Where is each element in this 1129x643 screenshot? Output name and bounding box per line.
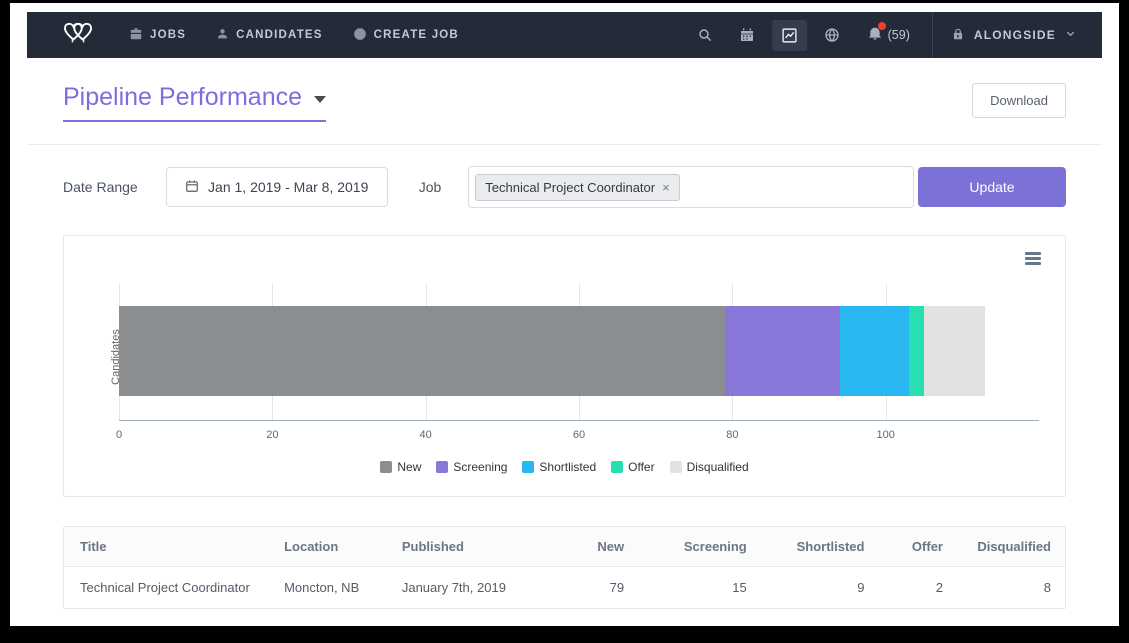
date-range-input[interactable]: Jan 1, 2019 - Mar 8, 2019 xyxy=(166,167,388,207)
table-cell: January 7th, 2019 xyxy=(388,567,545,609)
person-icon xyxy=(216,27,229,43)
x-tick-label: 100 xyxy=(876,429,894,441)
results-table: TitleLocationPublishedNewScreeningShortl… xyxy=(64,527,1065,608)
bar-segment-offer xyxy=(909,306,924,396)
job-label: Job xyxy=(419,179,442,195)
column-header-title: Title xyxy=(64,527,270,567)
plot-area xyxy=(119,284,1039,421)
briefcase-icon xyxy=(129,27,143,44)
legend-swatch xyxy=(522,461,534,473)
table-cell: Technical Project Coordinator xyxy=(64,567,270,609)
column-header-published: Published xyxy=(388,527,545,567)
legend-label: Offer xyxy=(628,460,654,474)
nav-item-candidates[interactable]: CANDIDATES xyxy=(216,27,323,43)
job-input[interactable]: Technical Project Coordinator × xyxy=(468,166,914,208)
search-icon[interactable] xyxy=(688,20,722,50)
table-cell: 2 xyxy=(878,567,957,609)
legend-item-shortlisted[interactable]: Shortlisted xyxy=(522,460,596,474)
alongside-hearts-icon xyxy=(59,19,97,52)
lock-icon xyxy=(951,27,965,44)
nav-item-label: CREATE JOB xyxy=(374,29,459,41)
bar-segment-screening xyxy=(725,306,840,396)
app-page: JOBS CANDIDATES CREATE JOB xyxy=(10,3,1119,626)
table-row: Technical Project CoordinatorMoncton, NB… xyxy=(64,567,1065,609)
caret-down-icon xyxy=(314,96,326,103)
results-table-wrap: TitleLocationPublishedNewScreeningShortl… xyxy=(63,526,1066,609)
bar-segment-new xyxy=(119,306,725,396)
page-header: Pipeline Performance Download xyxy=(63,83,1066,122)
legend-swatch xyxy=(436,461,448,473)
chart-panel: Candidates NewScreeningShortlistedOfferD… xyxy=(63,235,1066,497)
chevron-down-icon xyxy=(1065,28,1076,42)
job-tag-label: Technical Project Coordinator xyxy=(485,180,655,195)
legend-swatch xyxy=(670,461,682,473)
download-button[interactable]: Download xyxy=(972,83,1066,118)
nav-item-create-job[interactable]: CREATE JOB xyxy=(353,27,459,44)
table-cell: 79 xyxy=(545,567,638,609)
notification-dot xyxy=(878,22,886,30)
update-button[interactable]: Update xyxy=(918,167,1066,207)
x-tick-label: 40 xyxy=(420,429,432,441)
chart-legend: New Screening Shortlisted Offer Disqualified xyxy=(64,460,1065,474)
table-header-row: TitleLocationPublishedNewScreeningShortl… xyxy=(64,527,1065,567)
bar-segment-disqualified xyxy=(924,306,985,396)
column-header-new: New xyxy=(545,527,638,567)
job-tag: Technical Project Coordinator × xyxy=(475,174,679,201)
legend-item-offer[interactable]: Offer xyxy=(611,460,654,474)
navbar-divider xyxy=(932,12,933,58)
x-tick-label: 80 xyxy=(726,429,738,441)
table-cell: 8 xyxy=(957,567,1065,609)
table-cell: Moncton, NB xyxy=(270,567,388,609)
legend-label: Screening xyxy=(453,460,507,474)
table-cell: 15 xyxy=(638,567,761,609)
plus-circle-icon xyxy=(353,27,367,44)
date-range-label: Date Range xyxy=(63,179,138,195)
nav-item-label: JOBS xyxy=(150,29,186,41)
filters-bar: Date Range Jan 1, 2019 - Mar 8, 2019 Job… xyxy=(10,166,1119,208)
legend-item-new[interactable]: New xyxy=(380,460,421,474)
stacked-bar xyxy=(119,306,985,396)
account-label: ALONGSIDE xyxy=(974,28,1056,42)
page-title: Pipeline Performance xyxy=(63,83,302,112)
notification-count: (59) xyxy=(888,28,910,42)
account-menu[interactable]: ALONGSIDE xyxy=(951,27,1076,44)
nav-item-label: CANDIDATES xyxy=(236,29,323,41)
x-tick-label: 20 xyxy=(266,429,278,441)
chart-icon[interactable] xyxy=(772,20,807,51)
legend-swatch xyxy=(380,461,392,473)
table-body: Technical Project CoordinatorMoncton, NB… xyxy=(64,567,1065,609)
date-range-value: Jan 1, 2019 - Mar 8, 2019 xyxy=(208,179,368,195)
legend-item-disqualified[interactable]: Disqualified xyxy=(670,460,749,474)
calendar-icon xyxy=(185,179,199,196)
tag-close-icon[interactable]: × xyxy=(662,181,670,194)
legend-label: Shortlisted xyxy=(539,460,596,474)
legend-item-screening[interactable]: Screening xyxy=(436,460,507,474)
legend-label: New xyxy=(397,460,421,474)
chart-context-menu-icon[interactable] xyxy=(1025,252,1041,265)
column-header-shortlisted: Shortlisted xyxy=(761,527,879,567)
legend-label: Disqualified xyxy=(687,460,749,474)
column-header-offer: Offer xyxy=(878,527,957,567)
navbar-right: (59) ALONGSIDE xyxy=(688,12,1102,58)
column-header-disqualified: Disqualified xyxy=(957,527,1065,567)
brand-logo[interactable] xyxy=(59,19,97,52)
globe-icon[interactable] xyxy=(815,20,849,50)
report-selector[interactable]: Pipeline Performance xyxy=(63,83,326,122)
legend-swatch xyxy=(611,461,623,473)
navbar: JOBS CANDIDATES CREATE JOB xyxy=(27,12,1102,58)
x-tick-label: 60 xyxy=(573,429,585,441)
header-divider xyxy=(27,144,1102,145)
x-tick-label: 0 xyxy=(116,429,122,441)
nav-item-jobs[interactable]: JOBS xyxy=(129,27,186,44)
navbar-menu: JOBS CANDIDATES CREATE JOB xyxy=(129,12,459,58)
column-header-screening: Screening xyxy=(638,527,761,567)
bar-segment-shortlisted xyxy=(840,306,909,396)
calendar-icon[interactable] xyxy=(730,20,764,50)
table-cell: 9 xyxy=(761,567,879,609)
column-header-location: Location xyxy=(270,527,388,567)
notifications-button[interactable]: (59) xyxy=(865,25,912,46)
